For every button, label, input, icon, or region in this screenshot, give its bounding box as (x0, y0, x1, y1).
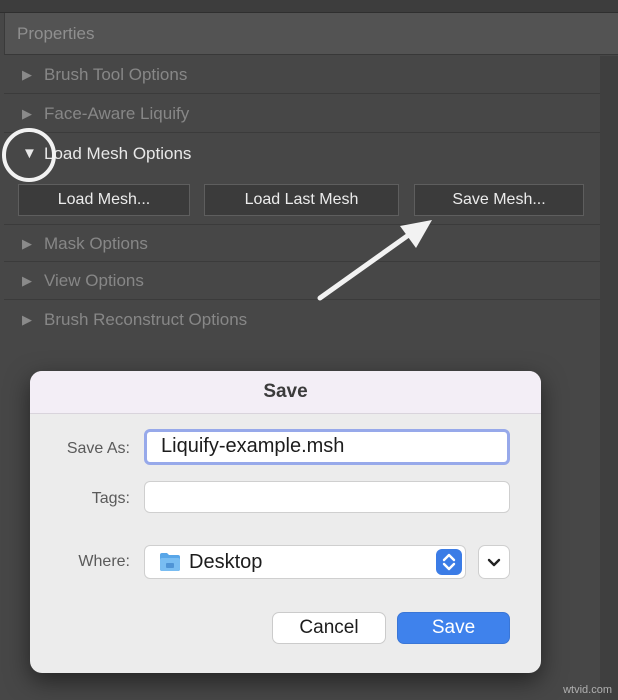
folder-icon (160, 553, 180, 571)
triangle-right-icon: ▶ (22, 67, 32, 82)
cancel-button[interactable]: Cancel (272, 612, 386, 644)
section-label: View Options (44, 271, 144, 290)
section-brush-tool-options[interactable]: ▶ Brush Tool Options (4, 56, 600, 94)
section-label: Load Mesh Options (44, 144, 192, 163)
section-label: Face-Aware Liquify (44, 104, 190, 123)
expand-dialog-button[interactable] (478, 545, 510, 579)
section-load-mesh-options[interactable]: ▼ Load Mesh Options (4, 135, 600, 173)
panel-title: Properties (4, 13, 618, 55)
save-dialog: Save Save As: Liquify-example.msh Tags: … (30, 371, 541, 673)
section-brush-reconstruct-options[interactable]: ▶ Brush Reconstruct Options (4, 301, 600, 339)
save-as-input[interactable]: Liquify-example.msh (144, 429, 510, 465)
save-as-label: Save As: (66, 440, 130, 457)
section-mask-options[interactable]: ▶ Mask Options (4, 224, 600, 262)
panel-top-strip (0, 0, 618, 13)
arrow-annotation-icon (317, 220, 432, 301)
where-select[interactable]: Desktop (144, 545, 466, 579)
chevron-down-icon (487, 558, 501, 567)
highlight-circle-annotation (2, 128, 56, 182)
save-button[interactable]: Save (397, 612, 510, 644)
triangle-right-icon: ▶ (22, 273, 32, 288)
section-face-aware-liquify[interactable]: ▶ Face-Aware Liquify (4, 95, 600, 133)
section-label: Mask Options (44, 234, 148, 253)
tags-label: Tags: (91, 490, 130, 507)
stepper-updown-icon[interactable] (436, 549, 462, 575)
load-mesh-button[interactable]: Load Mesh... (18, 184, 190, 216)
section-label: Brush Reconstruct Options (44, 310, 248, 329)
panel-scroll-track (600, 56, 618, 700)
dialog-title: Save (30, 371, 541, 414)
section-label: Brush Tool Options (44, 65, 188, 84)
triangle-right-icon: ▶ (22, 312, 32, 327)
section-view-options[interactable]: ▶ View Options (4, 262, 600, 300)
watermark: wtvid.com (563, 684, 612, 696)
where-value: Desktop (189, 551, 263, 573)
where-label: Where: (78, 553, 130, 570)
triangle-right-icon: ▶ (22, 236, 32, 251)
tags-input[interactable] (144, 481, 510, 513)
